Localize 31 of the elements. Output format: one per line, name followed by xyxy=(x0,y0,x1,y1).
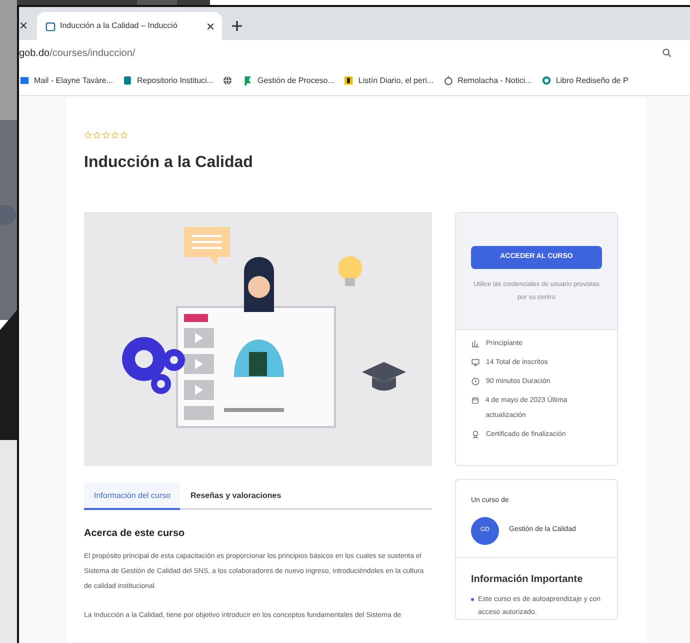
flag-icon xyxy=(242,75,254,86)
bookmark[interactable] xyxy=(222,75,234,86)
bookmark[interactable]: Mail - Elayne Tavàre... xyxy=(19,74,113,86)
mail-icon xyxy=(19,75,30,86)
bookmark[interactable]: Repositorio Instituci... xyxy=(122,74,214,86)
clock-icon xyxy=(471,377,480,386)
address-bar[interactable]: gob.do/courses/induccion/ xyxy=(19,40,690,66)
plus-icon[interactable] xyxy=(232,21,242,31)
bookmark[interactable]: Libro Rediseño de P xyxy=(540,74,628,86)
monitor-icon xyxy=(471,358,480,367)
browser-tab[interactable]: Inducción a la Calidad – Inducció xyxy=(37,12,222,40)
bookmark[interactable]: Listín Diario, el peri... xyxy=(343,74,434,86)
close-icon[interactable] xyxy=(20,22,27,29)
url-text[interactable]: gob.do/courses/induccion/ xyxy=(19,46,136,60)
bar-chart-icon xyxy=(471,339,480,348)
content-tab[interactable]: Reseñas y valoraciones xyxy=(180,483,292,510)
important-heading: Información Importante xyxy=(471,572,584,586)
close-icon[interactable] xyxy=(207,22,214,30)
zoom-icon[interactable] xyxy=(662,48,672,58)
badge-icon xyxy=(471,430,480,439)
globe-icon xyxy=(222,75,234,86)
course-title: Inducción a la Calidad xyxy=(84,153,254,173)
globe-icon xyxy=(540,75,552,86)
bookmark[interactable]: Remolacha - Notici... xyxy=(442,74,532,86)
tab-title: Inducción a la Calidad – Inducció xyxy=(60,20,178,32)
newspaper-icon xyxy=(343,75,354,86)
section-heading: Acerca de este curso xyxy=(84,527,186,541)
content-tab[interactable]: Información del curso xyxy=(84,483,180,510)
document-icon xyxy=(122,75,133,86)
bullet-icon xyxy=(471,598,474,600)
bookmark[interactable]: Gestión de Proceso... xyxy=(242,74,334,86)
